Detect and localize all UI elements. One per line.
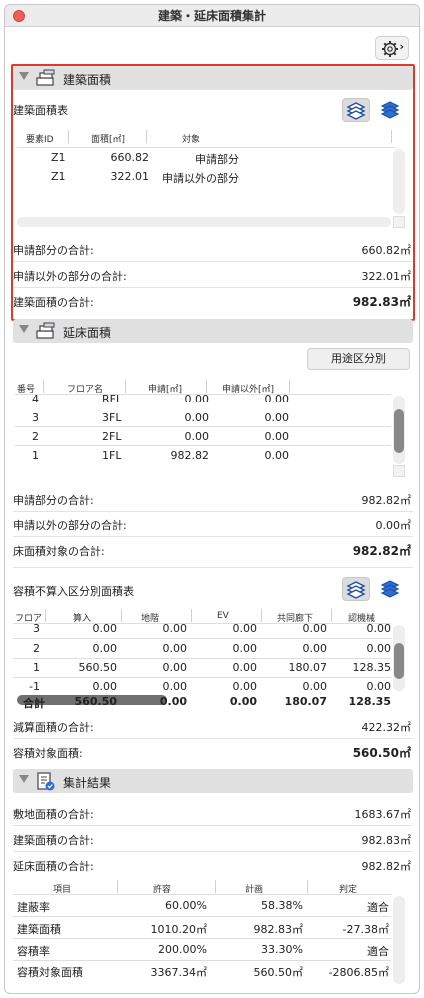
floor-total-value: 982.82㎡: [352, 544, 411, 558]
deduct-sum-value: 422.32㎡: [361, 721, 412, 734]
result-building-label: 建築面積の合計:: [13, 834, 94, 847]
layers-view-toggle-active[interactable]: [342, 98, 370, 122]
scroll-thumb[interactable]: [394, 409, 404, 453]
floor-area-section-header[interactable]: 延床面積: [13, 319, 413, 343]
col-area[interactable]: 面積[㎡]: [91, 132, 125, 145]
results-header-label: 集計結果: [63, 776, 112, 790]
col-ev[interactable]: EV: [217, 611, 229, 621]
floor-other-sum-label: 申請以外の部分の合計:: [13, 519, 127, 532]
layers-view-toggle-active[interactable]: [342, 577, 370, 601]
result-floor-value: 982.82㎡: [361, 860, 412, 873]
use-category-button[interactable]: 用途区分別: [307, 348, 410, 370]
floor-other-sum-value: 0.00㎡: [375, 519, 412, 532]
layers-icon: [346, 102, 366, 120]
close-icon[interactable]: [13, 10, 25, 22]
layers-view-toggle[interactable]: [377, 577, 405, 601]
collapse-triangle-icon[interactable]: [19, 775, 29, 783]
chevron-right-icon: ›: [399, 40, 404, 53]
building-total-label: 建築面積の合計:: [13, 296, 94, 309]
building-applied-sum-value: 660.82㎡: [361, 244, 412, 257]
window: 建築・延床面積集計 › 建築面積 建築面積表 要素ID 面積[㎡] 対象 Z1 …: [4, 4, 420, 994]
deduct-sum-label: 減算面積の合計:: [13, 721, 94, 734]
floor-total-label: 床面積対象の合計:: [13, 545, 105, 558]
exclusion-table-title: 容積不算入区分別面積表: [13, 585, 134, 598]
result-building-value: 982.83㎡: [361, 834, 412, 847]
building-total-value: 982.83㎡: [352, 295, 411, 309]
layers-icon: [346, 581, 366, 599]
layers-blue-icon: [380, 580, 400, 598]
building-area-header-label: 建築面積: [63, 73, 112, 87]
gear-icon: [382, 41, 398, 57]
result-floor-label: 延床面積の合計:: [13, 860, 94, 873]
window-title: 建築・延床面積集計: [157, 9, 266, 23]
horizontal-scrollbar[interactable]: [17, 217, 391, 227]
volume-target-label: 容積対象面積:: [13, 747, 83, 760]
volume-target-value: 560.50㎡: [352, 746, 411, 760]
vertical-scrollbar[interactable]: [393, 149, 405, 214]
results-section-header[interactable]: 集計結果: [13, 769, 413, 793]
title-bar: 建築・延床面積集計: [5, 5, 419, 27]
floor-applied-sum-label: 申請部分の合計:: [13, 494, 94, 507]
collapse-triangle-icon[interactable]: [19, 325, 29, 333]
building-area-table-title: 建築面積表: [13, 104, 68, 117]
stack-layers-icon: [36, 322, 55, 339]
col-target[interactable]: 対象: [182, 132, 200, 145]
building-applied-sum-label: 申請部分の合計:: [13, 244, 94, 257]
collapse-triangle-icon[interactable]: [19, 72, 29, 80]
site-area-value: 1683.67㎡: [354, 808, 412, 821]
settings-button[interactable]: ›: [375, 36, 409, 60]
scroll-thumb[interactable]: [394, 643, 404, 679]
building-other-sum-value: 322.01㎡: [361, 270, 412, 283]
building-area-section-header[interactable]: 建築面積: [13, 66, 413, 90]
site-area-label: 敷地面積の合計:: [13, 808, 94, 821]
layers-view-toggle[interactable]: [377, 98, 405, 122]
building-other-sum-label: 申請以外の部分の合計:: [13, 270, 127, 283]
floor-area-header-label: 延床面積: [63, 326, 112, 340]
col-element-id[interactable]: 要素ID: [26, 132, 54, 145]
report-icon: [37, 772, 55, 791]
stack-layers-icon: [36, 69, 55, 86]
floor-applied-sum-value: 982.82㎡: [361, 494, 412, 507]
layers-blue-icon: [380, 101, 400, 119]
vertical-scrollbar[interactable]: [393, 896, 405, 984]
